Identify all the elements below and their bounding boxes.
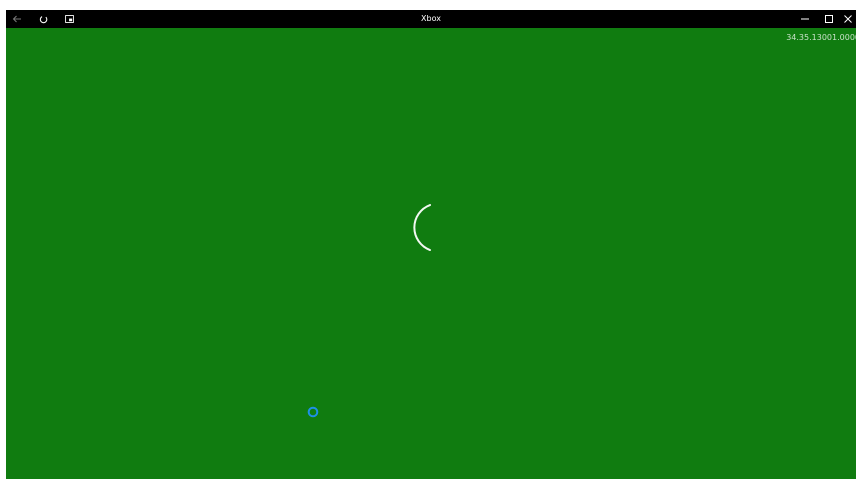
back-arrow-icon [12, 15, 21, 23]
maximize-button[interactable] [818, 10, 840, 28]
refresh-button[interactable] [32, 10, 54, 28]
back-button[interactable] [6, 10, 28, 28]
window-title: Xbox [421, 14, 441, 23]
snap-button[interactable] [58, 10, 80, 28]
mouse-cursor-icon [307, 403, 319, 422]
minimize-button[interactable] [794, 10, 816, 28]
version-label: 34.35.13001.0000 [786, 33, 856, 42]
loading-spinner-icon [404, 204, 454, 258]
app-window: Xbox 34.35.13001.0000 [6, 10, 856, 479]
refresh-icon [39, 15, 47, 23]
minimize-icon [801, 18, 809, 20]
maximize-icon [825, 15, 833, 23]
close-button[interactable] [844, 10, 856, 28]
close-icon [844, 15, 852, 23]
snap-icon [64, 15, 74, 23]
title-bar: Xbox [6, 10, 856, 28]
